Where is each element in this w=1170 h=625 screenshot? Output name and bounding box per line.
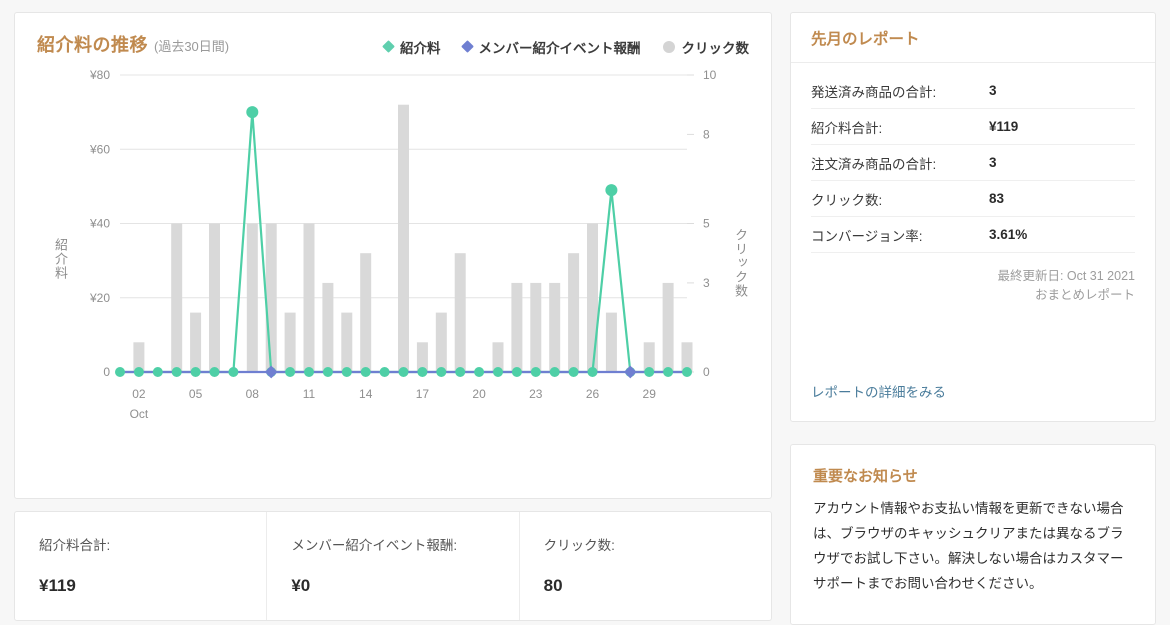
summary-cell-clicks: クリック数: 80 xyxy=(520,512,771,620)
legend-label: クリック数 xyxy=(681,40,750,56)
dashboard-page: 紹介料の推移 (過去30日間) 紹介料 メンバー紹介イベント報酬 クリック数 紹… xyxy=(0,0,1170,625)
report-title: 先月のレポート xyxy=(811,30,920,48)
summary-cell-referral-total: 紹介料合計: ¥119 xyxy=(15,512,268,620)
svg-text:10: 10 xyxy=(703,68,717,82)
report-meta: 最終更新日: Oct 31 2021 おまとめレポート xyxy=(811,267,1135,305)
summary-value: ¥0 xyxy=(291,576,311,595)
report-row-key: クリック数: xyxy=(811,192,883,208)
svg-text:08: 08 xyxy=(246,387,260,401)
svg-text:¥80: ¥80 xyxy=(89,68,110,82)
summary-strip: 紹介料合計: ¥119 メンバー紹介イベント報酬: ¥0 クリック数: 80 xyxy=(14,511,772,621)
svg-text:¥20: ¥20 xyxy=(89,291,110,305)
report-row-key: 紹介料合計: xyxy=(811,120,883,136)
right-column: 先月のレポート 発送済み商品の合計: 3 紹介料合計: ¥119 注文済み商品の… xyxy=(790,12,1156,625)
svg-text:05: 05 xyxy=(189,387,203,401)
summary-value: ¥119 xyxy=(39,576,76,595)
svg-text:11: 11 xyxy=(303,387,316,401)
report-updated-date: 最終更新日: Oct 31 2021 xyxy=(997,269,1135,283)
chart-subtitle: (過去30日間) xyxy=(154,39,230,54)
svg-text:26: 26 xyxy=(586,387,600,401)
svg-text:0: 0 xyxy=(703,365,710,379)
circle-marker-icon xyxy=(662,40,675,53)
report-row-ordered: 注文済み商品の合計: 3 xyxy=(811,145,1135,181)
report-row-value: ¥119 xyxy=(989,119,1019,134)
important-notice-card: 重要なお知らせ アカウント情報やお支払い情報を更新できない場合は、ブラウザのキャ… xyxy=(790,444,1156,625)
summary-label: クリック数: xyxy=(543,538,615,553)
diamond-marker-icon xyxy=(460,40,474,53)
report-row-clicks: クリック数: 83 xyxy=(811,181,1135,217)
report-row-conversion: コンバージョン率: 3.61% xyxy=(811,217,1135,253)
svg-text:02: 02 xyxy=(132,387,146,401)
last-month-report-card: 先月のレポート 発送済み商品の合計: 3 紹介料合計: ¥119 注文済み商品の… xyxy=(790,12,1156,422)
legend-item-member-bonus[interactable]: メンバー紹介イベント報酬 xyxy=(460,37,641,57)
report-details-link[interactable]: レポートの詳細をみる xyxy=(811,381,1135,401)
legend-item-referral[interactable]: 紹介料 xyxy=(382,37,441,57)
chart-legend: 紹介料 メンバー紹介イベント報酬 クリック数 xyxy=(382,37,750,57)
report-kind: おまとめレポート xyxy=(1034,288,1135,302)
report-row-key: 発送済み商品の合計: xyxy=(811,84,937,100)
report-row-value: 3 xyxy=(989,155,997,170)
notice-text: アカウント情報やお支払い情報を更新できない場合は、ブラウザのキャッシュクリアまた… xyxy=(813,501,1124,591)
report-row-value: 3 xyxy=(989,83,997,98)
chart-svg: 0 ¥20 ¥40 ¥60 ¥80 0 3 5 8 10 02 05 08 11 14 17 20 23 26 29 O… xyxy=(89,68,717,421)
notice-title: 重要なお知らせ xyxy=(813,468,918,485)
svg-text:0: 0 xyxy=(103,365,110,379)
summary-label: 紹介料合計: xyxy=(39,538,111,553)
left-column: 紹介料の推移 (過去30日間) 紹介料 メンバー紹介イベント報酬 クリック数 紹… xyxy=(14,12,772,625)
summary-cell-member-bonus: メンバー紹介イベント報酬: ¥0 xyxy=(267,512,520,620)
legend-label: 紹介料 xyxy=(400,40,441,56)
chart-header: 紹介料の推移 (過去30日間) 紹介料 メンバー紹介イベント報酬 クリック数 xyxy=(15,13,771,63)
svg-text:8: 8 xyxy=(703,127,710,141)
summary-value: 80 xyxy=(543,576,563,595)
chart-title: 紹介料の推移 xyxy=(37,35,148,55)
svg-text:Oct: Oct xyxy=(130,407,149,421)
svg-text:3: 3 xyxy=(703,276,710,290)
svg-text:¥60: ¥60 xyxy=(89,142,110,156)
svg-text:20: 20 xyxy=(472,387,486,401)
report-row-value: 83 xyxy=(989,191,1005,206)
diamond-marker-icon xyxy=(382,40,395,53)
referral-chart-card: 紹介料の推移 (過去30日間) 紹介料 メンバー紹介イベント報酬 クリック数 紹… xyxy=(14,12,772,499)
report-body: 発送済み商品の合計: 3 紹介料合計: ¥119 注文済み商品の合計: 3 クリ… xyxy=(791,63,1155,421)
report-header: 先月のレポート xyxy=(791,13,1155,63)
svg-text:17: 17 xyxy=(416,387,430,401)
legend-item-clicks[interactable]: クリック数 xyxy=(662,37,750,57)
report-row-value: 3.61% xyxy=(989,227,1028,242)
chart-plot-area: 紹介料 クリック数 0 ¥20 ¥40 ¥60 ¥80 0 3 5 8 10 02 05 08 11 14 1… xyxy=(15,63,773,483)
svg-text:5: 5 xyxy=(703,217,710,231)
svg-text:29: 29 xyxy=(643,387,657,401)
report-row-referral-total: 紹介料合計: ¥119 xyxy=(811,109,1135,145)
report-row-shipped: 発送済み商品の合計: 3 xyxy=(811,73,1135,109)
svg-text:14: 14 xyxy=(359,387,373,401)
summary-label: メンバー紹介イベント報酬: xyxy=(291,538,458,553)
svg-text:¥40: ¥40 xyxy=(89,217,110,231)
svg-text:23: 23 xyxy=(529,387,543,401)
legend-label: メンバー紹介イベント報酬 xyxy=(478,40,641,56)
report-row-key: 注文済み商品の合計: xyxy=(811,156,937,172)
report-row-key: コンバージョン率: xyxy=(811,228,923,244)
